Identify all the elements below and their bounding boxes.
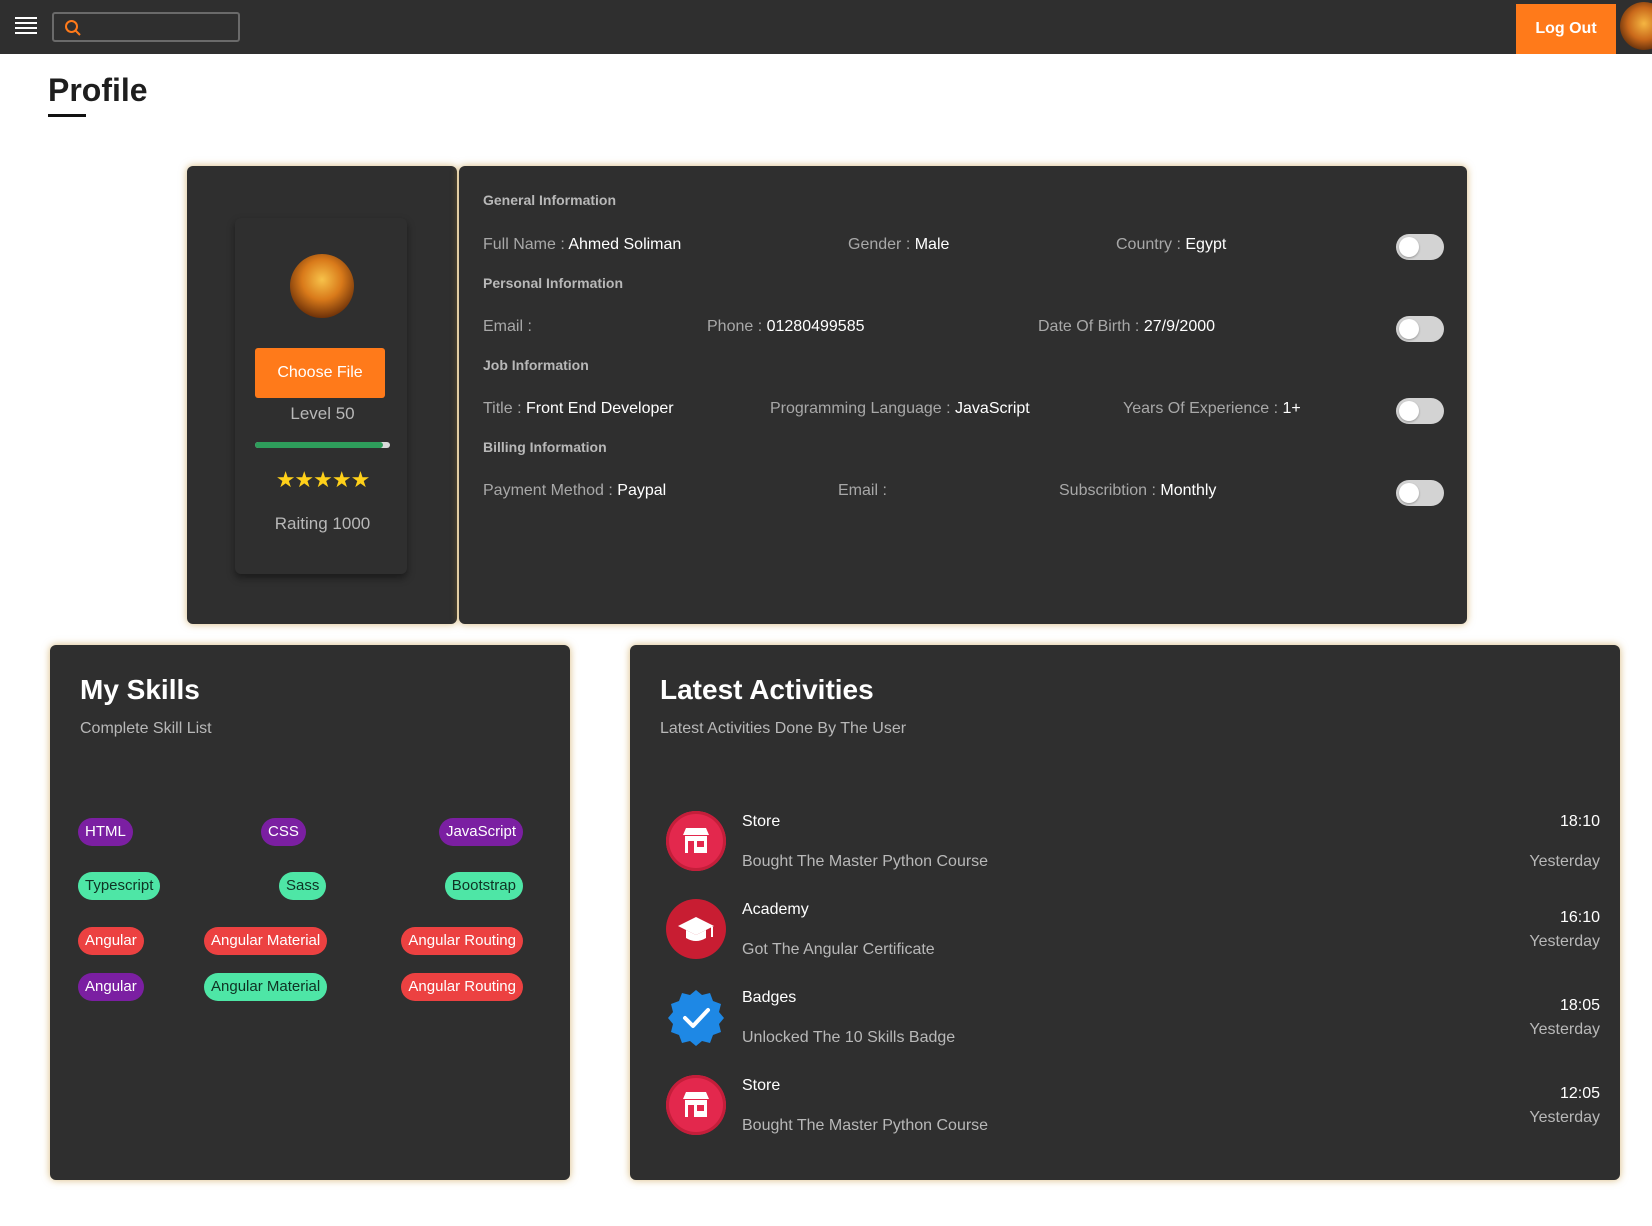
level-text: Level 50 — [290, 404, 355, 423]
level-progress-fill — [255, 442, 384, 448]
skill-chip: Angular — [78, 973, 144, 1001]
store-icon — [666, 1075, 726, 1135]
gender-field: Gender : Male — [848, 236, 950, 253]
rating-stars-icon: ★★★★★ — [275, 467, 371, 492]
phone-field: Phone : 01280499585 — [707, 318, 865, 335]
programming-language-field: Programming Language : JavaScript — [770, 400, 1030, 417]
level-progress-bar — [255, 442, 390, 448]
graduation-cap-icon — [666, 899, 726, 959]
activity-description: Bought The Master Python Course — [742, 1117, 989, 1134]
activity-description: Got The Angular Certificate — [742, 941, 935, 958]
activity-time: 18:10 — [1559, 813, 1600, 830]
activity-day: Yesterday — [1529, 933, 1600, 950]
activity-title: Store — [742, 1077, 781, 1094]
skills-subtitle: Complete Skill List — [80, 720, 212, 737]
search-box[interactable] — [52, 12, 240, 42]
skills-row: Typescript Sass Bootstrap — [78, 872, 523, 900]
skill-chip: JavaScript — [438, 818, 523, 846]
subscription-field: Subscribtion : Monthly — [1059, 482, 1217, 499]
search-input[interactable] — [90, 17, 234, 39]
search-icon — [65, 20, 81, 36]
skill-chip: Bootstrap — [444, 872, 523, 900]
personal-info-label: Personal Information — [483, 275, 624, 291]
profile-avatar — [290, 254, 354, 318]
activity-time: 18:05 — [1559, 997, 1600, 1014]
payment-method-field: Payment Method : Paypal — [483, 482, 667, 499]
activity-description: Bought The Master Python Course — [742, 853, 989, 870]
logout-button[interactable]: Log Out — [1516, 4, 1616, 54]
skill-chip: Typescript — [78, 872, 161, 900]
activity-day: Yesterday — [1529, 1109, 1600, 1126]
job-info-label: Job Information — [483, 357, 589, 373]
skills-title: My Skills — [80, 674, 200, 705]
rating-text: Raiting 1000 — [274, 514, 371, 533]
activity-title: Badges — [742, 989, 797, 1006]
activity-day: Yesterday — [1529, 853, 1600, 870]
skills-row: Angular Angular Material Angular Routing — [78, 927, 523, 955]
skills-row: Angular Angular Material Angular Routing — [78, 973, 523, 1001]
general-info-label: General Information — [483, 192, 617, 208]
skills-row: HTML CSS JavaScript — [78, 818, 523, 846]
verified-badge-icon — [666, 987, 726, 1047]
skill-chip: CSS — [261, 818, 306, 846]
skill-chip: Angular Routing — [401, 973, 523, 1001]
personal-info-toggle[interactable] — [1396, 316, 1444, 342]
job-title-field: Title : Front End Developer — [483, 400, 674, 417]
activity-day: Yesterday — [1529, 1021, 1600, 1038]
page-title: Profile — [48, 72, 148, 108]
skill-chip: Angular Routing — [401, 927, 523, 955]
hamburger-menu-icon[interactable] — [15, 17, 37, 35]
full-name-field: Full Name : Ahmed Soliman — [483, 236, 682, 253]
activity-time: 12:05 — [1559, 1085, 1600, 1102]
activity-title: Academy — [742, 901, 809, 918]
skill-chip: Angular Material — [204, 973, 328, 1001]
title-underline — [48, 114, 86, 117]
store-icon — [666, 811, 726, 871]
choose-file-button[interactable]: Choose File — [255, 348, 385, 398]
skill-chip: Angular — [78, 927, 144, 955]
billing-email-field: Email : — [838, 482, 887, 499]
billing-info-toggle[interactable] — [1396, 480, 1444, 506]
years-of-experience-field: Years Of Experience : 1+ — [1123, 400, 1301, 417]
country-field: Country : Egypt — [1116, 236, 1227, 253]
information-card — [459, 166, 1467, 624]
job-info-toggle[interactable] — [1396, 398, 1444, 424]
activity-title: Store — [742, 813, 781, 830]
email-field: Email : — [483, 318, 532, 335]
activities-title: Latest Activities — [660, 674, 874, 705]
activity-description: Unlocked The 10 Skills Badge — [742, 1029, 956, 1046]
general-info-toggle[interactable] — [1396, 234, 1444, 260]
skill-chip: Sass — [279, 872, 327, 900]
date-of-birth-field: Date Of Birth : 27/9/2000 — [1038, 318, 1216, 335]
activities-subtitle: Latest Activities Done By The User — [660, 720, 907, 737]
billing-info-label: Billing Information — [483, 439, 607, 455]
skill-chip: HTML — [78, 818, 133, 846]
skill-chip: Angular Material — [204, 927, 328, 955]
activity-time: 16:10 — [1559, 909, 1600, 926]
user-avatar[interactable] — [1620, 2, 1652, 50]
top-bar: Log Out — [0, 0, 1652, 54]
